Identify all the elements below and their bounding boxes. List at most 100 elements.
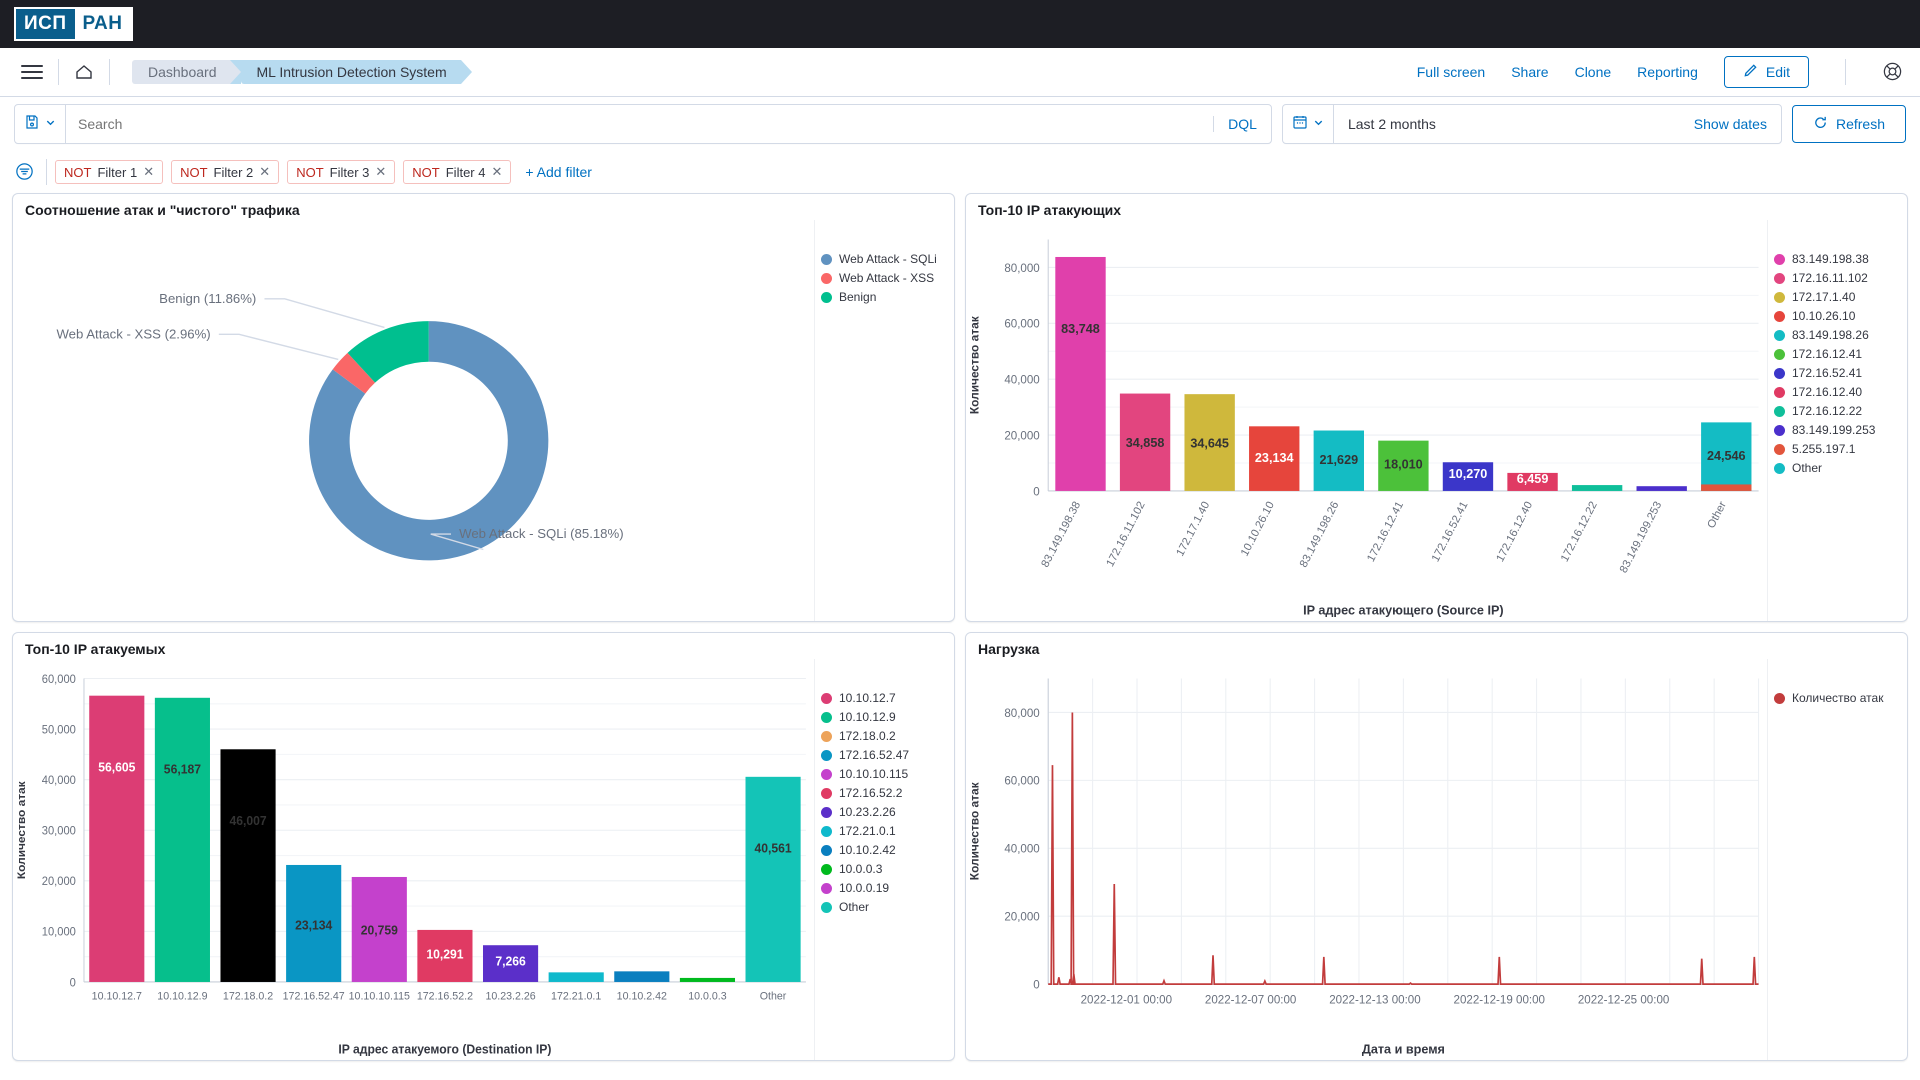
edit-button[interactable]: Edit <box>1723 56 1809 88</box>
panel-title-load: Нагрузка <box>978 641 1040 657</box>
bar[interactable] <box>745 776 801 982</box>
legend-item[interactable]: Other <box>1774 461 1901 475</box>
date-range-value[interactable]: Last 2 months <box>1334 116 1680 132</box>
y-axis-title: Количество атак <box>969 316 982 414</box>
legend-item[interactable]: Количество атак <box>1774 691 1901 705</box>
legend-item[interactable]: 172.16.52.2 <box>821 786 948 800</box>
legend-item[interactable]: 10.10.12.7 <box>821 691 948 705</box>
bar[interactable] <box>548 972 604 982</box>
legend-item[interactable]: 10.0.0.19 <box>821 881 948 895</box>
legend-item[interactable]: 83.149.198.26 <box>1774 328 1901 342</box>
show-dates-button[interactable]: Show dates <box>1680 116 1781 132</box>
legend-item[interactable]: 172.18.0.2 <box>821 729 948 743</box>
query-language-button[interactable]: DQL <box>1213 116 1271 132</box>
legend-item[interactable]: 10.10.12.9 <box>821 710 948 724</box>
legend-item[interactable]: Web Attack - SQLi <box>821 252 948 266</box>
search-input[interactable] <box>66 116 1214 132</box>
legend-item[interactable]: Benign <box>821 290 948 304</box>
calendar-quick-select-button[interactable] <box>1283 105 1334 143</box>
clone-button[interactable]: Clone <box>1575 64 1612 80</box>
filter-negate-2: NOT <box>180 164 208 180</box>
legend-item[interactable]: 5.255.197.1 <box>1774 442 1901 456</box>
legend-item[interactable]: Other <box>821 900 948 914</box>
breadcrumb-item-dashboard[interactable]: Dashboard <box>132 60 241 84</box>
bar[interactable] <box>154 697 210 982</box>
hamburger-icon[interactable] <box>16 56 48 88</box>
y-axis-tick-label: 40,000 <box>1004 842 1040 855</box>
share-button[interactable]: Share <box>1511 64 1548 80</box>
x-axis-tick-label: 2022-12-01 00:00 <box>1081 994 1173 1007</box>
dest-ip-bar-chart[interactable]: 0 10,000 20,000 30,000 40,000 50,000 60,000 56,… <box>13 659 814 1060</box>
legend-item[interactable]: 172.16.12.41 <box>1774 347 1901 361</box>
x-axis-tick-label: 10.10.2.42 <box>617 990 667 1002</box>
x-axis-title: Дата и время <box>1362 1041 1445 1056</box>
saved-query-button[interactable] <box>15 105 66 143</box>
legend-item[interactable]: 10.23.2.26 <box>821 805 948 819</box>
reporting-button[interactable]: Reporting <box>1637 64 1698 80</box>
bar[interactable] <box>1571 485 1623 491</box>
bar[interactable] <box>679 977 736 982</box>
query-bar: DQL Last 2 months Show dates <box>0 97 1920 151</box>
bar[interactable] <box>614 971 670 982</box>
legend-item[interactable]: Web Attack - XSS <box>821 271 948 285</box>
legend-item[interactable]: 172.16.52.41 <box>1774 366 1901 380</box>
legend-item[interactable]: 172.17.1.40 <box>1774 290 1901 304</box>
x-axis-tick-label: 172.18.0.2 <box>223 990 273 1002</box>
load-line-chart[interactable]: 0 20,000 40,000 60,000 80,000 2022-12-01 00:0… <box>966 659 1767 1060</box>
legend-label: 10.10.26.10 <box>1792 309 1856 323</box>
legend-item[interactable]: 10.10.2.42 <box>821 843 948 857</box>
legend-item[interactable]: 172.16.52.47 <box>821 748 948 762</box>
legend-item[interactable]: 172.16.12.22 <box>1774 404 1901 418</box>
legend-item[interactable]: 172.16.12.40 <box>1774 385 1901 399</box>
home-icon[interactable] <box>69 57 99 87</box>
y-axis-title: Количество атак <box>16 781 28 879</box>
saved-query-icon <box>24 114 40 135</box>
source-ip-bar-chart[interactable]: 0 20,000 40,000 60,000 80,000 83,748 83.149.19… <box>966 220 1767 621</box>
filter-pill-3[interactable]: NOT Filter 3 ✕ <box>287 160 396 184</box>
legend-label: 10.0.0.3 <box>839 862 883 876</box>
logo[interactable]: ИСП РАН <box>16 9 131 39</box>
legend-item[interactable]: 10.10.26.10 <box>1774 309 1901 323</box>
legend-item[interactable]: 172.16.11.102 <box>1774 271 1901 285</box>
legend-color-dot <box>1774 348 1785 360</box>
filter-pill-2[interactable]: NOT Filter 2 ✕ <box>171 160 280 184</box>
filter-remove-3[interactable]: ✕ <box>375 164 386 180</box>
y-axis-tick-label: 0 <box>1033 485 1040 498</box>
filter-remove-4[interactable]: ✕ <box>491 164 502 180</box>
legend-label: Web Attack - XSS <box>839 271 935 285</box>
full-screen-button[interactable]: Full screen <box>1417 64 1485 80</box>
panel-top-dest-ip: Топ-10 IP атакуемых 0 10,000 20,000 30,000 4… <box>12 632 955 1061</box>
filter-remove-1[interactable]: ✕ <box>143 164 154 180</box>
filter-settings-icon[interactable] <box>14 161 36 183</box>
add-filter-button[interactable]: + Add filter <box>525 164 592 180</box>
x-axis-tick-label: 83.149.199.253 <box>1618 500 1665 576</box>
y-axis-tick-label: 30,000 <box>42 825 76 837</box>
legend-item[interactable]: 83.149.199.253 <box>1774 423 1901 437</box>
bar[interactable] <box>1636 486 1687 491</box>
breadcrumb-item-current[interactable]: ML Intrusion Detection System <box>229 60 472 84</box>
help-lifebuoy-icon[interactable] <box>1882 61 1904 83</box>
divider <box>58 59 59 85</box>
filter-pill-1[interactable]: NOT Filter 1 ✕ <box>55 160 164 184</box>
bar[interactable] <box>89 695 145 982</box>
bar[interactable] <box>1055 256 1106 491</box>
y-axis-tick-label: 50,000 <box>42 724 76 736</box>
refresh-button[interactable]: Refresh <box>1791 105 1906 143</box>
legend-item[interactable]: 83.149.198.38 <box>1774 252 1901 266</box>
donut-chart[interactable]: Benign (11.86%) Web Attack - XSS (2.96%) W… <box>13 220 814 621</box>
legend-label: Web Attack - SQLi <box>839 252 937 266</box>
filter-remove-2[interactable]: ✕ <box>259 164 270 180</box>
refresh-icon <box>1813 115 1828 133</box>
legend-label: 10.10.10.115 <box>839 767 909 781</box>
legend-item[interactable]: 10.0.0.3 <box>821 862 948 876</box>
bar[interactable] <box>220 749 276 982</box>
filter-pill-4[interactable]: NOT Filter 4 ✕ <box>403 160 512 184</box>
bar-stack-segment[interactable] <box>1701 484 1752 491</box>
legend-item[interactable]: 10.10.10.115 <box>821 767 948 781</box>
x-axis-tick-label: 10.10.12.7 <box>92 990 142 1002</box>
filter-label-4: Filter 4 <box>445 164 486 180</box>
y-axis-tick-label: 40,000 <box>42 775 76 787</box>
legend-item[interactable]: 172.21.0.1 <box>821 824 948 838</box>
x-axis-tick-label: 2022-12-07 00:00 <box>1205 994 1297 1007</box>
divider <box>1845 59 1846 85</box>
